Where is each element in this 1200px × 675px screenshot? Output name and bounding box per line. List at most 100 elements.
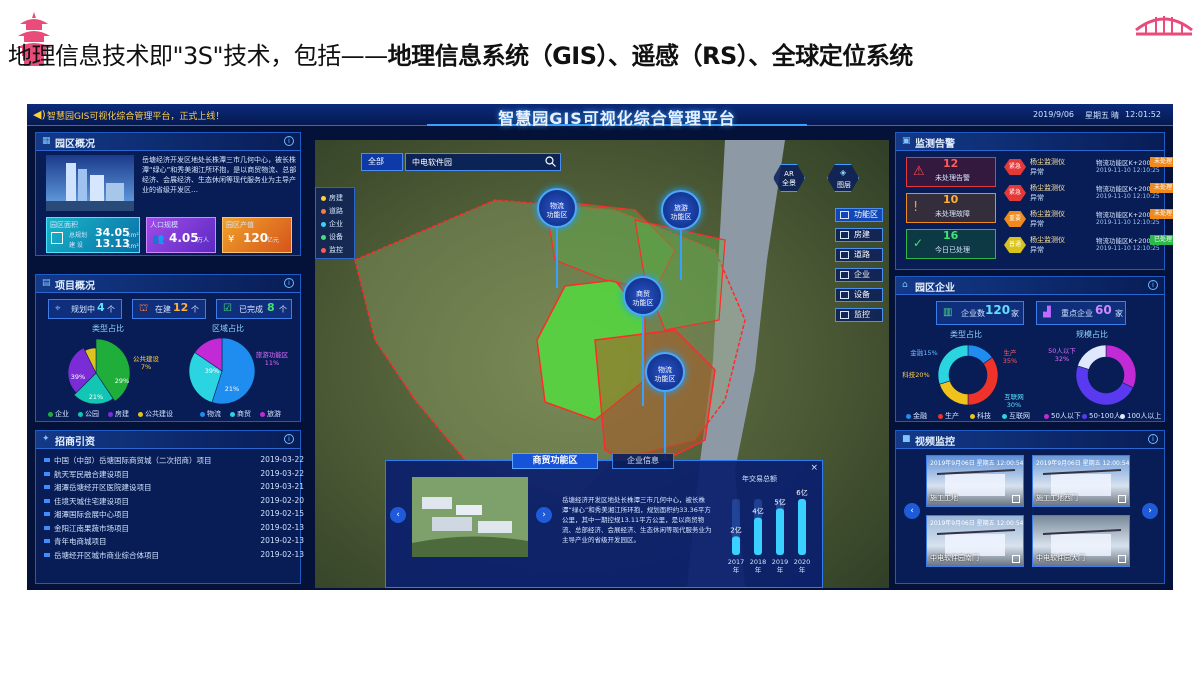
video-prev-icon[interactable]: ‹	[904, 503, 920, 519]
alert-place: 物流功能区K+200	[1096, 237, 1151, 245]
pie-slice[interactable]	[937, 344, 969, 385]
alert-row[interactable]: 紧急 杨尘监测仪 异常 物流功能区K+200 2019-11-10 12:10:25 未处…	[1004, 183, 1173, 203]
legend-item[interactable]: 企业	[321, 219, 343, 229]
investment-row[interactable]: 青年电商城项目 2019-02-13	[44, 536, 310, 547]
pie-slice[interactable]	[967, 356, 999, 406]
zone-pin[interactable]: 物流 功能区	[537, 188, 577, 228]
investment-name: 金阳江南果蔬市场项目	[54, 523, 129, 533]
trade-bar[interactable]	[776, 508, 784, 555]
alert-state: 异常	[1030, 246, 1044, 254]
map-tool-button[interactable]: 企业	[835, 268, 883, 282]
enterprise-type-donut: 金融15% 生产 35% 科技20% 互联网 30%	[902, 344, 1024, 409]
info-icon[interactable]: i	[284, 434, 294, 444]
investment-row[interactable]: 金阳江南果蔬市场项目 2019-02-13	[44, 523, 310, 534]
map-search-input[interactable]	[405, 153, 561, 171]
pie-label-line: 旅游功能区	[256, 350, 289, 359]
zone-pin[interactable]: 物流 功能区	[645, 352, 685, 392]
gis-map[interactable]: 全部 房建道路企业设备监控 AR 全景 ◈ 图层 功能区房建道路企业设备监控 物…	[315, 140, 889, 588]
video-next-icon[interactable]: ›	[1142, 503, 1158, 519]
enterprise-count-stat[interactable]: ▥ 企业数 120 家	[936, 301, 1024, 325]
tool-icon	[840, 311, 849, 319]
map-tool-button[interactable]: 监控	[835, 308, 883, 322]
info-icon[interactable]: i	[1148, 280, 1158, 290]
alert-device: 杨尘监测仪	[1030, 210, 1065, 218]
next-arrow-icon[interactable]: ›	[536, 507, 552, 523]
pie-slice[interactable]	[1077, 344, 1107, 370]
unhandled-alarm-card[interactable]: ⚠ 12 未处理告警	[906, 157, 996, 187]
close-icon[interactable]: ×	[810, 463, 818, 473]
fault-card[interactable]: ! 10 未处理故障	[906, 193, 996, 223]
ongoing-stat[interactable]: ⛫ 在建 12 个	[132, 299, 206, 319]
alert-row[interactable]: 重要 杨尘监测仪 异常 物流功能区K+200 2019-11-10 12:10:25 未处…	[1004, 209, 1173, 229]
legend-text: 100人以上	[1127, 412, 1162, 420]
investment-row[interactable]: 湘潭岳塘经开区医院建设项目 2019-03-21	[44, 482, 310, 493]
video-title: 视频监控	[915, 437, 955, 448]
building-icon: ▦	[42, 136, 51, 146]
map-tool-button[interactable]: 设备	[835, 288, 883, 302]
investment-row[interactable]: 岳塘经开区城市商业综合体项目 2019-02-13	[44, 550, 310, 561]
info-icon[interactable]: i	[284, 278, 294, 288]
scope-select[interactable]: 全部	[361, 153, 403, 171]
ongoing-label: 在建	[155, 305, 171, 314]
alert-state: 异常	[1030, 168, 1044, 176]
pie-data-label: 21%	[225, 385, 239, 393]
map-tool-button[interactable]: 房建	[835, 228, 883, 242]
legend-item[interactable]: 房建	[321, 193, 343, 203]
investment-panel: ✦ 招商引资 i 中国（中部）岳塘国际商贸城（二次招商）项目 2019-03-22…	[35, 430, 304, 584]
trade-bar[interactable]	[754, 517, 762, 555]
fullscreen-icon[interactable]	[1118, 495, 1126, 503]
legend-text: 生产	[945, 412, 959, 420]
alert-row[interactable]: 紧急 杨尘监测仪 异常 物流功能区K+200 2019-11-10 12:10:25 未处…	[1004, 157, 1173, 177]
legend-swatch	[230, 411, 235, 417]
tab-trade-zone[interactable]: 商贸功能区	[512, 453, 598, 469]
fullscreen-icon[interactable]	[1012, 495, 1020, 503]
flag-icon	[44, 512, 50, 516]
handled-card[interactable]: ✓ 16 今日已处理	[906, 229, 996, 259]
fullscreen-icon[interactable]	[1012, 555, 1020, 563]
investment-row[interactable]: 湘潭国际会展中心项目 2019-02-15	[44, 509, 310, 520]
tab-enterprise-info[interactable]: 企业信息	[612, 453, 674, 469]
legend-text: 房建	[115, 410, 129, 418]
info-icon[interactable]: i	[284, 136, 294, 146]
pie-data-label: 21%	[89, 393, 103, 401]
zone-pin[interactable]: 商贸 功能区	[623, 276, 663, 316]
unhandled-value: 12	[943, 157, 959, 170]
bar-category-label: 2020 年	[794, 558, 811, 574]
date-text: 2019/9/06	[1033, 110, 1075, 119]
legend-text: 旅游	[267, 410, 281, 418]
trade-bar[interactable]	[798, 499, 806, 555]
prev-arrow-icon[interactable]: ‹	[390, 507, 406, 523]
trade-bar[interactable]	[732, 536, 740, 555]
investment-row[interactable]: 中国（中部）岳塘国际商贸城（二次招商）项目 2019-03-22	[44, 455, 310, 466]
info-icon[interactable]: i	[1148, 434, 1158, 444]
map-tool-button[interactable]: 功能区	[835, 208, 883, 222]
bar-category-line: 2020	[794, 558, 811, 566]
pie-slice[interactable]	[1105, 344, 1137, 389]
population-unit: 万人	[197, 237, 210, 244]
time-text: 12:01:52	[1125, 110, 1161, 119]
key-enterprise-stat[interactable]: ▟ 重点企业 60 家	[1036, 301, 1126, 325]
legend-item[interactable]: 监控	[321, 245, 343, 255]
planning-value: 4	[97, 301, 105, 314]
alert-row[interactable]: 普通 杨尘监测仪 异常 物流功能区K+200 2019-11-10 12:10:25 已处…	[1004, 235, 1173, 255]
investment-row[interactable]: 航天军民融合建设项目 2019-03-22	[44, 469, 310, 480]
camera-feed[interactable]: 2019年9月06日 星期五 12:00:54 施工工地西门	[1032, 455, 1130, 507]
fullscreen-icon[interactable]	[1118, 555, 1126, 563]
zone-pin[interactable]: 旅游 功能区	[661, 190, 701, 230]
pie-slice[interactable]	[939, 380, 969, 406]
planning-stat[interactable]: ⌖ 规划中 4 个	[48, 299, 122, 319]
map-tool-button[interactable]: 道路	[835, 248, 883, 262]
investment-row[interactable]: 佳境天城住宅建设项目 2019-02-20	[44, 496, 310, 507]
bar-category-line: 年	[733, 565, 740, 574]
alert-level-badge: 普通	[1004, 237, 1026, 253]
camera-feed[interactable]: 中电软件园大门	[1032, 515, 1130, 567]
camera-feed[interactable]: 2019年9月06日 星期五 12:00:54 中电软件园南门	[926, 515, 1024, 567]
camera-feed[interactable]: 2019年9月06日 星期五 12:00:54 施工工地	[926, 455, 1024, 507]
search-icon[interactable]	[545, 156, 556, 167]
handled-label: 今日已处理	[935, 246, 970, 254]
pin-stem	[680, 230, 682, 280]
legend-item[interactable]: 道路	[321, 206, 343, 216]
legend-item[interactable]: 设备	[321, 232, 343, 242]
overview-title: 园区概况	[55, 139, 95, 150]
done-stat[interactable]: ☑ 已完成 8 个	[216, 299, 292, 319]
